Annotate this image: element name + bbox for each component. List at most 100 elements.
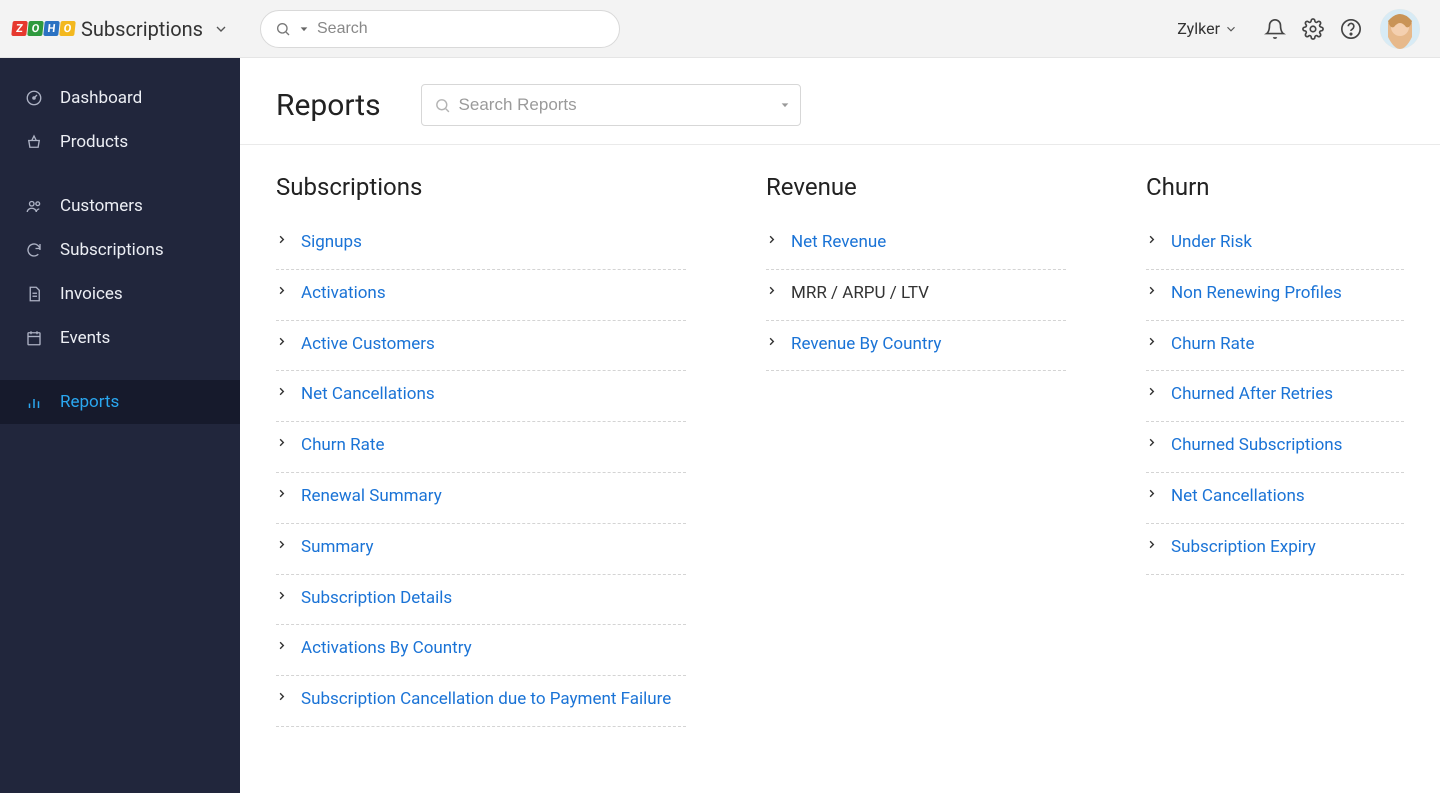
chevron-right-icon xyxy=(276,640,287,651)
report-link[interactable]: Non Renewing Profiles xyxy=(1146,270,1404,321)
bell-icon xyxy=(1264,18,1286,40)
report-link-label[interactable]: Subscription Expiry xyxy=(1171,536,1316,560)
chevron-right-icon xyxy=(1146,437,1157,448)
company-switcher[interactable]: Zylker xyxy=(1177,19,1238,38)
category-title: Subscriptions xyxy=(276,173,686,201)
report-link-label[interactable]: Churn Rate xyxy=(301,434,384,458)
sidebar: Dashboard Products Customers Subscriptions I… xyxy=(0,58,240,793)
top-bar: Z O H O Subscriptions Zylker xyxy=(0,0,1440,58)
report-link[interactable]: Churn Rate xyxy=(1146,321,1404,372)
report-categories: Subscriptions Signups Activations Active Cu… xyxy=(240,145,1440,767)
report-link[interactable]: Churn Rate xyxy=(276,422,686,473)
gear-icon xyxy=(1302,18,1324,40)
report-link-label[interactable]: Renewal Summary xyxy=(301,485,442,509)
avatar[interactable] xyxy=(1380,9,1420,49)
company-name: Zylker xyxy=(1177,19,1220,38)
report-link[interactable]: Summary xyxy=(276,524,686,575)
report-link[interactable]: Active Customers xyxy=(276,321,686,372)
report-link-label[interactable]: Churned Subscriptions xyxy=(1171,434,1342,458)
sidebar-item-label: Products xyxy=(60,132,128,152)
product-name: Subscriptions xyxy=(81,17,203,41)
gauge-icon xyxy=(24,89,44,107)
report-link-label[interactable]: Summary xyxy=(301,536,373,560)
report-link-label[interactable]: Activations xyxy=(301,282,386,306)
report-link-label[interactable]: Revenue By Country xyxy=(791,333,941,357)
help-button[interactable] xyxy=(1332,10,1370,48)
sidebar-item-customers[interactable]: Customers xyxy=(0,184,240,228)
global-search[interactable] xyxy=(260,10,620,48)
sidebar-item-subscriptions[interactable]: Subscriptions xyxy=(0,228,240,272)
notifications-button[interactable] xyxy=(1256,10,1294,48)
report-link[interactable]: Churned Subscriptions xyxy=(1146,422,1404,473)
report-link[interactable]: Net Cancellations xyxy=(276,371,686,422)
chevron-down-icon xyxy=(1224,22,1238,36)
report-link[interactable]: Revenue By Country xyxy=(766,321,1066,372)
reports-search[interactable] xyxy=(421,84,801,126)
report-link-label[interactable]: Activations By Country xyxy=(301,637,472,661)
chevron-right-icon xyxy=(766,285,777,296)
basket-icon xyxy=(24,133,44,151)
chevron-right-icon xyxy=(276,234,287,245)
chevron-right-icon xyxy=(276,386,287,397)
report-link-label[interactable]: Signups xyxy=(301,231,362,255)
chevron-right-icon xyxy=(276,488,287,499)
report-link[interactable]: Signups xyxy=(276,219,686,270)
report-link-label[interactable]: Active Customers xyxy=(301,333,435,357)
report-link[interactable]: Subscription Expiry xyxy=(1146,524,1404,575)
report-category: Churn Under Risk Non Renewing Profiles Chur… xyxy=(1146,173,1404,727)
report-link-label[interactable]: Churn Rate xyxy=(1171,333,1254,357)
report-link[interactable]: Churned After Retries xyxy=(1146,371,1404,422)
report-category: RevenueNet RevenueMRR / ARPU / LTVRevenu… xyxy=(766,173,1066,727)
sidebar-item-events[interactable]: Events xyxy=(0,316,240,360)
sidebar-item-label: Dashboard xyxy=(60,88,142,108)
report-link-label[interactable]: Net Cancellations xyxy=(1171,485,1305,509)
report-link[interactable]: MRR / ARPU / LTV xyxy=(766,270,1066,321)
chevron-right-icon xyxy=(276,539,287,550)
settings-button[interactable] xyxy=(1294,10,1332,48)
chevron-right-icon xyxy=(276,691,287,702)
chevron-right-icon xyxy=(1146,539,1157,550)
reports-search-dropdown[interactable] xyxy=(780,100,790,110)
report-link[interactable]: Renewal Summary xyxy=(276,473,686,524)
search-icon xyxy=(275,21,291,37)
sidebar-item-reports[interactable]: Reports xyxy=(0,380,240,424)
report-link-label[interactable]: Non Renewing Profiles xyxy=(1171,282,1342,306)
report-link[interactable]: Subscription Details xyxy=(276,575,686,626)
report-link[interactable]: Activations By Country xyxy=(276,625,686,676)
report-link-label[interactable]: Net Cancellations xyxy=(301,383,435,407)
reports-search-input[interactable] xyxy=(459,95,788,115)
chevron-right-icon xyxy=(1146,234,1157,245)
chevron-right-icon xyxy=(766,234,777,245)
search-scope-dropdown[interactable] xyxy=(299,24,309,34)
sidebar-item-label: Subscriptions xyxy=(60,240,164,260)
search-icon xyxy=(434,97,451,114)
report-link[interactable]: Under Risk xyxy=(1146,219,1404,270)
report-link-label[interactable]: Churned After Retries xyxy=(1171,383,1333,407)
page-title: Reports xyxy=(276,88,381,123)
report-link-label[interactable]: Subscription Cancellation due to Payment… xyxy=(301,688,671,712)
report-link-label[interactable]: Under Risk xyxy=(1171,231,1252,255)
bar-chart-icon xyxy=(24,393,44,411)
document-icon xyxy=(24,285,44,303)
report-link-label[interactable]: Net Revenue xyxy=(791,231,886,255)
global-search-input[interactable] xyxy=(317,20,605,38)
chevron-right-icon xyxy=(276,590,287,601)
report-link[interactable]: Net Cancellations xyxy=(1146,473,1404,524)
report-link[interactable]: Net Revenue xyxy=(766,219,1066,270)
sidebar-item-dashboard[interactable]: Dashboard xyxy=(0,76,240,120)
report-link-label[interactable]: MRR / ARPU / LTV xyxy=(791,282,929,306)
page-header: Reports xyxy=(240,58,1440,145)
users-icon xyxy=(24,197,44,215)
sidebar-item-label: Reports xyxy=(60,392,119,412)
report-link-label[interactable]: Subscription Details xyxy=(301,587,452,611)
sidebar-item-products[interactable]: Products xyxy=(0,120,240,164)
sidebar-item-label: Events xyxy=(60,328,110,348)
brand-switcher[interactable]: Z O H O Subscriptions xyxy=(0,17,240,41)
chevron-right-icon xyxy=(1146,488,1157,499)
sidebar-item-invoices[interactable]: Invoices xyxy=(0,272,240,316)
report-link[interactable]: Subscription Cancellation due to Payment… xyxy=(276,676,686,727)
category-title: Churn xyxy=(1146,173,1404,201)
report-link[interactable]: Activations xyxy=(276,270,686,321)
refresh-dollar-icon xyxy=(24,241,44,259)
report-category: Subscriptions Signups Activations Active Cu… xyxy=(276,173,686,727)
